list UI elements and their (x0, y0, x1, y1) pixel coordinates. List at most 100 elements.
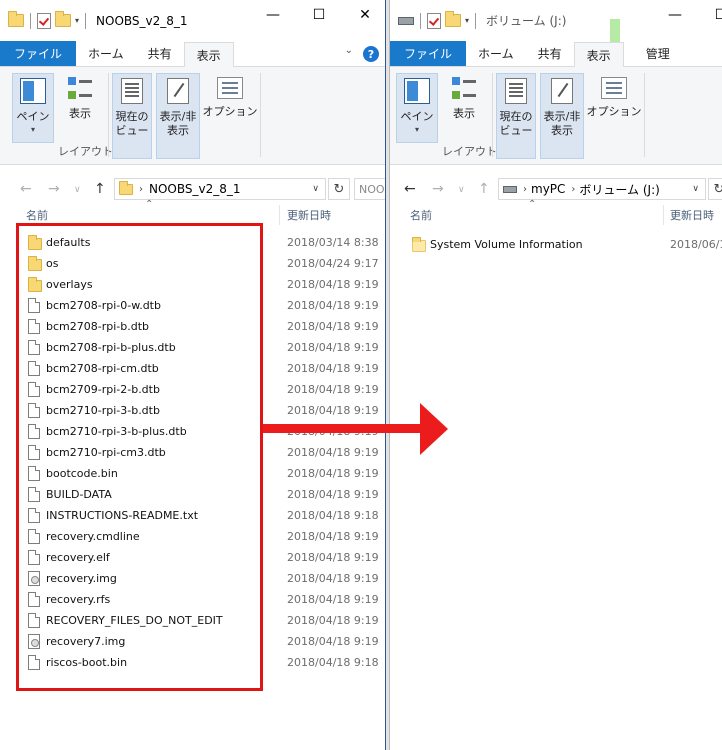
help-button[interactable]: ? (363, 46, 379, 62)
list-item[interactable]: bcm2708-rpi-cm.dtb 2018/04/18 9:19 (0, 358, 385, 379)
customize-quick-access-icon[interactable]: ▾ (75, 16, 79, 25)
list-item[interactable]: bcm2710-rpi-3-b.dtb 2018/04/18 9:19 (0, 400, 385, 421)
column-divider[interactable] (279, 205, 280, 225)
list-item[interactable]: RECOVERY_FILES_DO_NOT_EDIT 2018/04/18 9:1… (0, 610, 385, 631)
current-view-button[interactable]: 現在の ビュー (496, 73, 536, 159)
refresh-icon[interactable]: ↻ (708, 178, 722, 200)
layout-view-button[interactable]: 表示 (444, 73, 484, 135)
show-hide-button[interactable]: 表示/非 表示 (156, 73, 200, 159)
list-item[interactable]: recovery.cmdline 2018/04/18 9:19 (0, 526, 385, 547)
search-input[interactable]: NOOBS_v2_8_1の検索 (354, 178, 385, 200)
quick-access-toolbar: ▾ (8, 11, 88, 29)
up-arrow-icon[interactable]: ↑ (478, 181, 490, 197)
address-bar[interactable]: › NOOBS_v2_8_1 ∨ (114, 178, 326, 200)
column-date[interactable]: 更新日時 (287, 207, 331, 223)
file-date: 2018/04/18 9:19 (287, 446, 379, 459)
list-item[interactable]: bcm2710-rpi-cm3.dtb 2018/04/18 9:19 (0, 442, 385, 463)
file-name: bcm2710-rpi-cm3.dtb (46, 446, 166, 459)
ribbon: ペイン ▾ 表示 レイアウト 現在の ビュー 表示/非 表示 オプション (0, 67, 385, 165)
file-name: overlays (46, 278, 93, 291)
up-arrow-icon[interactable]: ↑ (94, 181, 106, 197)
minimize-button[interactable]: — (250, 0, 296, 30)
tab-home[interactable]: ホーム (466, 41, 526, 66)
breadcrumb-volume[interactable]: ボリューム (J:) (579, 181, 659, 198)
current-view-button[interactable]: 現在の ビュー (112, 73, 152, 159)
file-name: bootcode.bin (46, 467, 118, 480)
list-item[interactable]: defaults 2018/03/14 8:38 (0, 232, 385, 253)
address-bar[interactable]: › myPC › ボリューム (J:) ∨ (498, 178, 706, 200)
column-name[interactable]: 名前 (26, 207, 48, 223)
list-item[interactable]: os 2018/04/24 9:17 (0, 253, 385, 274)
current-view-icon (505, 78, 527, 104)
window-title: ボリューム (J:) (486, 14, 567, 28)
pane-button[interactable]: ペイン ▾ (396, 73, 438, 143)
maximize-button[interactable]: ☐ (296, 0, 342, 30)
list-item[interactable]: BUILD-DATA 2018/04/18 9:19 (0, 484, 385, 505)
refresh-icon[interactable]: ↻ (328, 178, 350, 200)
column-date[interactable]: 更新日時 (670, 207, 714, 223)
list-item[interactable]: INSTRUCTIONS-README.txt 2018/04/18 9:18 (0, 505, 385, 526)
collapse-ribbon-icon[interactable]: ⌄ (345, 45, 353, 56)
file-list: System Volume Information 2018/06/18 (390, 234, 722, 255)
file-date: 2018/04/18 9:19 (287, 593, 379, 606)
view-label: 表示 (69, 107, 91, 120)
tab-file[interactable]: ファイル (0, 41, 77, 66)
file-date: 2018/04/18 9:19 (287, 341, 379, 354)
list-item[interactable]: System Volume Information 2018/06/18 (390, 234, 722, 255)
tab-view[interactable]: 表示 (183, 42, 234, 67)
back-arrow-icon[interactable]: ← (404, 181, 416, 197)
tab-share[interactable]: 共有 (526, 41, 574, 66)
list-item[interactable]: bcm2709-rpi-2-b.dtb 2018/04/18 9:19 (0, 379, 385, 400)
forward-arrow-icon[interactable]: → (432, 181, 444, 197)
folder-icon (28, 277, 42, 295)
breadcrumb-separator-icon: › (571, 183, 576, 195)
list-item[interactable]: recovery.rfs 2018/04/18 9:19 (0, 589, 385, 610)
maximize-button[interactable]: ☐ (698, 0, 722, 30)
chevron-down-icon[interactable]: ∨ (692, 184, 699, 194)
pane-icon (20, 78, 46, 104)
file-name: BUILD-DATA (46, 488, 112, 501)
tab-view[interactable]: 表示 (573, 42, 624, 67)
options-label: オプション (586, 105, 642, 118)
list-item[interactable]: overlays 2018/04/18 9:19 (0, 274, 385, 295)
tab-manage[interactable]: 管理 (634, 41, 682, 66)
show-hide-button[interactable]: 表示/非 表示 (540, 73, 584, 159)
list-item[interactable]: recovery.elf 2018/04/18 9:19 (0, 547, 385, 568)
file-date: 2018/04/18 9:19 (287, 362, 379, 375)
column-name[interactable]: 名前 (410, 207, 432, 223)
tab-home[interactable]: ホーム (76, 41, 136, 66)
file-name: recovery7.img (46, 635, 126, 648)
tab-share[interactable]: 共有 (136, 41, 184, 66)
file-name: System Volume Information (430, 238, 583, 251)
options-button[interactable]: オプション (587, 73, 642, 135)
address-row: ← → ∨ ↑ › NOOBS_v2_8_1 ∨ ↻ NOOBS_v2_8_1の… (0, 173, 385, 205)
list-item[interactable]: recovery.img 2018/04/18 9:19 (0, 568, 385, 589)
pane-button[interactable]: ペイン ▾ (12, 73, 54, 143)
list-item[interactable]: recovery7.img 2018/04/18 9:19 (0, 631, 385, 652)
new-folder-icon[interactable] (445, 11, 461, 27)
list-item[interactable]: bcm2708-rpi-b.dtb 2018/04/18 9:19 (0, 316, 385, 337)
list-item[interactable]: bootcode.bin 2018/04/18 9:19 (0, 463, 385, 484)
list-item[interactable]: riscos-boot.bin 2018/04/18 9:18 (0, 652, 385, 673)
tab-file[interactable]: ファイル (390, 41, 467, 66)
layout-view-button[interactable]: 表示 (60, 73, 100, 135)
chevron-down-icon[interactable]: ∨ (312, 184, 319, 194)
recent-locations-icon[interactable]: ∨ (458, 185, 465, 195)
back-arrow-icon[interactable]: ← (20, 181, 32, 197)
folder-icon (412, 237, 426, 255)
minimize-button[interactable]: — (652, 0, 698, 30)
title-bar: ▾ NOOBS_v2_8_1 — ☐ ✕ (0, 0, 385, 41)
properties-icon[interactable] (427, 12, 441, 29)
forward-arrow-icon[interactable]: → (48, 181, 60, 197)
close-button[interactable]: ✕ (342, 0, 385, 30)
options-button[interactable]: オプション (203, 73, 258, 135)
list-item[interactable]: bcm2708-rpi-b-plus.dtb 2018/04/18 9:19 (0, 337, 385, 358)
column-divider[interactable] (663, 205, 664, 225)
properties-icon[interactable] (37, 12, 51, 29)
recent-locations-icon[interactable]: ∨ (74, 185, 81, 195)
list-item[interactable]: bcm2708-rpi-0-w.dtb 2018/04/18 9:19 (0, 295, 385, 316)
new-folder-icon[interactable] (55, 11, 71, 27)
customize-quick-access-icon[interactable]: ▾ (465, 16, 469, 25)
pane-icon (404, 78, 430, 104)
breadcrumb-mypc[interactable]: myPC (531, 182, 565, 196)
